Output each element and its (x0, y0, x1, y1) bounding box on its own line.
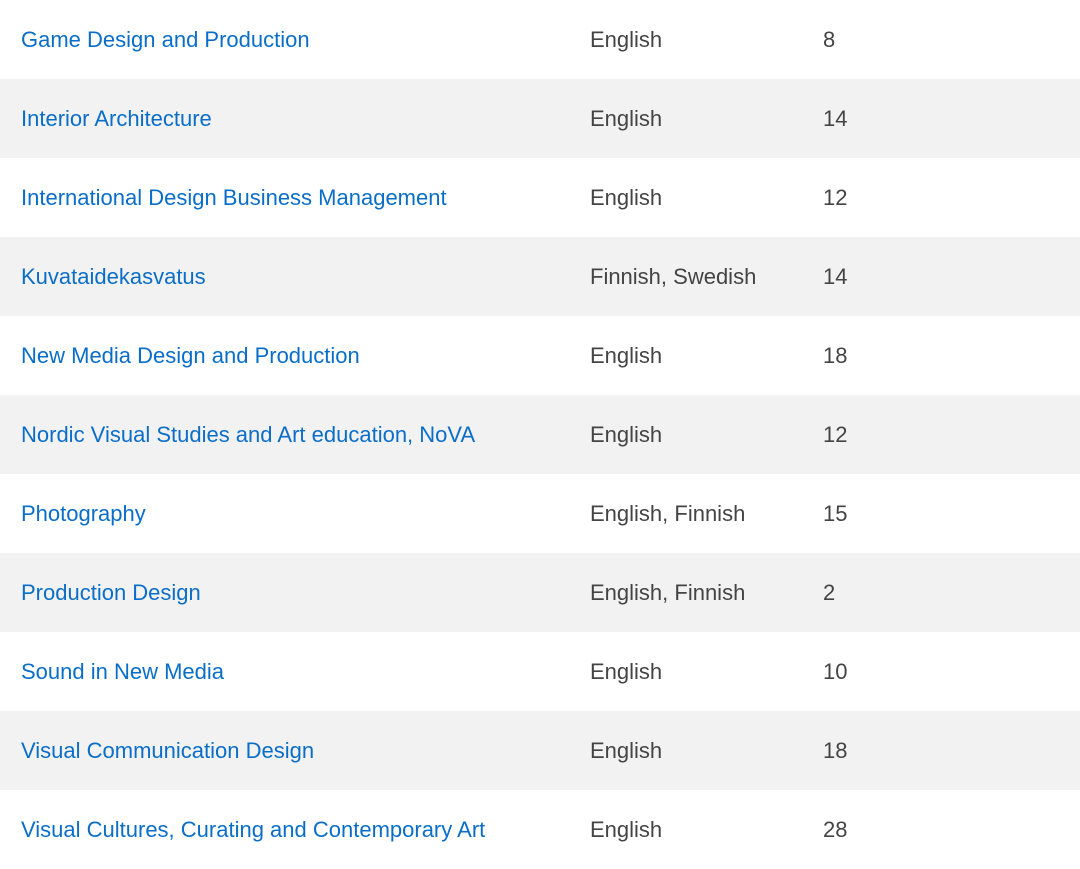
table-row: Production Design English, Finnish 2 (0, 553, 1080, 632)
table-row: International Design Business Management… (0, 158, 1080, 237)
programme-link[interactable]: Sound in New Media (21, 659, 224, 684)
programme-name-cell: Nordic Visual Studies and Art education,… (0, 395, 590, 474)
programme-link[interactable]: Nordic Visual Studies and Art education,… (21, 422, 475, 447)
programme-language: English (590, 105, 663, 131)
table-row: Interior Architecture English 14 (0, 79, 1080, 158)
table-row: Photography English, Finnish 15 (0, 474, 1080, 553)
programme-table: Game Design and Production English 8 Int… (0, 0, 1080, 869)
table-row: Kuvataidekasvatus Finnish, Swedish 14 (0, 237, 1080, 316)
programme-name-cell: Kuvataidekasvatus (0, 237, 590, 316)
programme-link[interactable]: Kuvataidekasvatus (21, 264, 206, 289)
table-row: Visual Cultures, Curating and Contempora… (0, 790, 1080, 869)
programme-name-cell: New Media Design and Production (0, 316, 590, 395)
programme-link[interactable]: Photography (21, 501, 146, 526)
programme-count: 12 (823, 184, 848, 210)
programme-language: English (590, 26, 663, 52)
programme-name-cell: Photography (0, 474, 590, 553)
programme-count: 14 (823, 263, 848, 289)
programme-language: English (590, 737, 663, 763)
programme-language: English (590, 184, 663, 210)
table-row: Game Design and Production English 8 (0, 0, 1080, 79)
programme-link[interactable]: Visual Cultures, Curating and Contempora… (21, 817, 485, 842)
programme-count: 18 (823, 342, 848, 368)
programme-link[interactable]: Game Design and Production (21, 27, 310, 52)
programme-language: English (590, 816, 663, 842)
programme-count: 8 (823, 26, 836, 52)
programme-language: English, Finnish (590, 579, 746, 605)
programme-name-cell: Interior Architecture (0, 79, 590, 158)
programme-language: English (590, 342, 663, 368)
programme-name-cell: Visual Cultures, Curating and Contempora… (0, 790, 590, 869)
table-row: New Media Design and Production English … (0, 316, 1080, 395)
programme-count: 2 (823, 579, 836, 605)
programme-name-cell: Sound in New Media (0, 632, 590, 711)
programme-count: 15 (823, 500, 848, 526)
programme-language: English, Finnish (590, 500, 746, 526)
programme-link[interactable]: Production Design (21, 580, 201, 605)
programme-name-cell: Game Design and Production (0, 0, 590, 79)
programme-count: 10 (823, 658, 848, 684)
programme-table-body: Game Design and Production English 8 Int… (0, 0, 1080, 869)
programme-count: 14 (823, 105, 848, 131)
programme-count: 12 (823, 421, 848, 447)
programme-link[interactable]: International Design Business Management (21, 185, 447, 210)
table-row: Visual Communication Design English 18 (0, 711, 1080, 790)
programme-name-cell: Production Design (0, 553, 590, 632)
table-row: Nordic Visual Studies and Art education,… (0, 395, 1080, 474)
table-row: Sound in New Media English 10 (0, 632, 1080, 711)
programme-count: 18 (823, 737, 848, 763)
programme-language: English (590, 421, 663, 447)
programme-language: Finnish, Swedish (590, 263, 757, 289)
programme-name-cell: Visual Communication Design (0, 711, 590, 790)
programme-link[interactable]: Interior Architecture (21, 106, 212, 131)
programme-link[interactable]: New Media Design and Production (21, 343, 360, 368)
programme-language: English (590, 658, 663, 684)
programme-name-cell: International Design Business Management (0, 158, 590, 237)
programme-link[interactable]: Visual Communication Design (21, 738, 314, 763)
programme-count: 28 (823, 816, 848, 842)
